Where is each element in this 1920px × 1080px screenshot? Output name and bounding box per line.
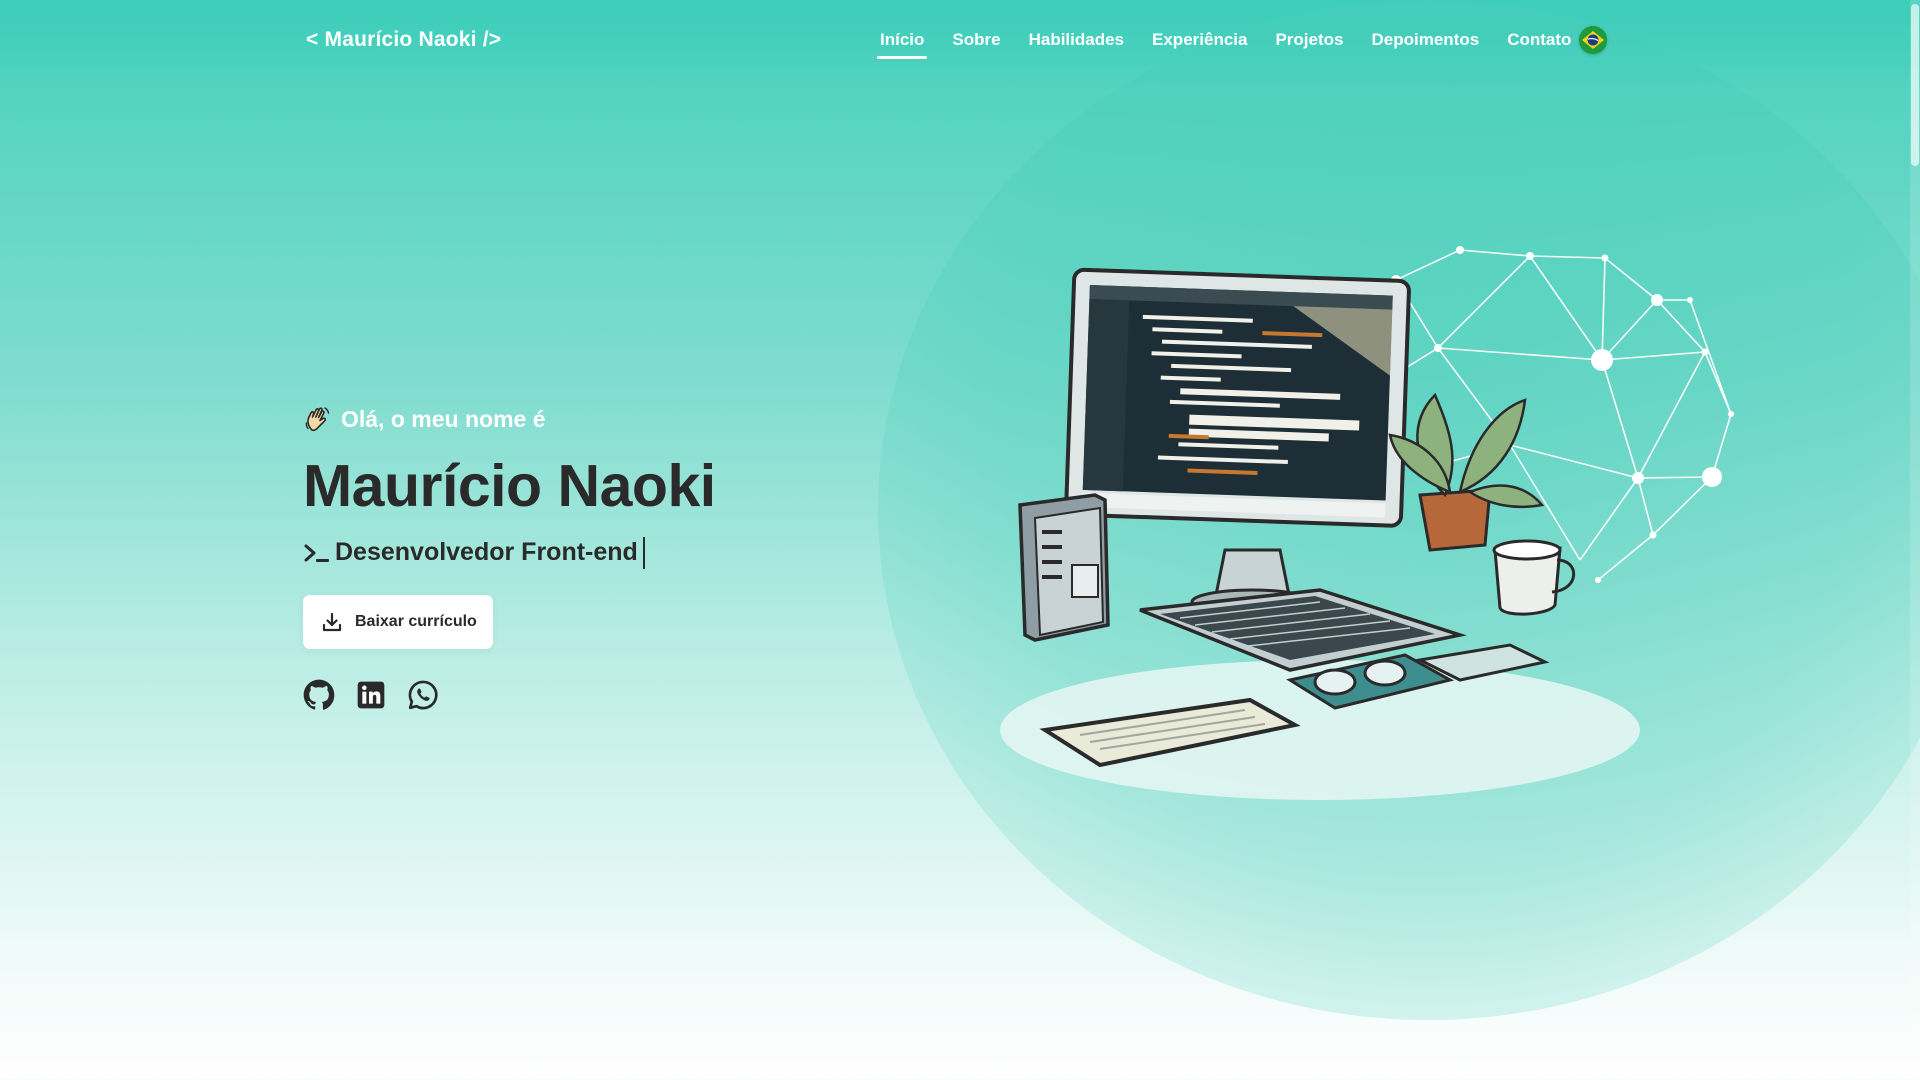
page-scrollbar[interactable] (1910, 0, 1920, 1080)
linkedin-icon[interactable] (355, 679, 387, 711)
typing-cursor (642, 536, 645, 569)
scrollbar-thumb[interactable] (1911, 4, 1919, 166)
social-links (303, 679, 1003, 711)
navbar: < Maurício Naoki /> Início Sobre Habilid… (0, 0, 1910, 80)
download-cv-button[interactable]: Baixar currículo (303, 594, 493, 649)
hero-section: Olá, o meu nome é Maurício Naoki Desenvo… (303, 400, 1003, 711)
terminal-prompt-icon (303, 541, 331, 565)
greeting: Olá, o meu nome é (303, 400, 1003, 438)
whatsapp-icon[interactable] (407, 679, 439, 711)
download-icon (321, 611, 343, 633)
nav-item-inicio[interactable]: Início (876, 30, 928, 59)
role-text: Desenvolvedor Front-end (335, 538, 638, 567)
nav-item-contato[interactable]: Contato (1507, 30, 1571, 50)
brand-logo[interactable]: < Maurício Naoki /> (306, 28, 501, 52)
waving-hand-icon (303, 404, 333, 434)
main-nav: Início Sobre Habilidades Experiência Pro… (876, 30, 1599, 59)
greeting-text: Olá, o meu nome é (341, 405, 546, 432)
nav-item-experiencia[interactable]: Experiência (1152, 30, 1247, 50)
nav-item-projetos[interactable]: Projetos (1275, 30, 1343, 50)
hero-role: Desenvolvedor Front-end (303, 535, 1003, 571)
github-icon[interactable] (303, 679, 335, 711)
hero-name: Maurício Naoki (303, 453, 716, 519)
nav-item-depoimentos[interactable]: Depoimentos (1372, 30, 1480, 50)
download-cv-label: Baixar currículo (355, 612, 477, 630)
nav-item-habilidades[interactable]: Habilidades (1029, 30, 1124, 50)
developer-workspace-illustration (990, 230, 1770, 830)
nav-item-sobre[interactable]: Sobre (952, 30, 1000, 50)
brazil-flag-icon[interactable] (1579, 26, 1607, 54)
